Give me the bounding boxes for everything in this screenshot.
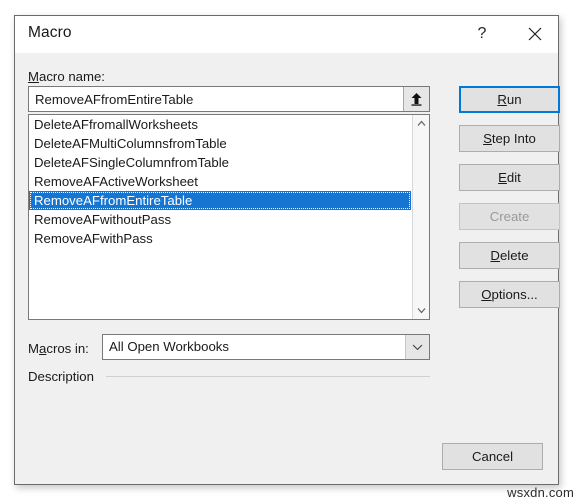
cancel-button-label: Cancel [471,449,514,464]
macro-list-scrollbar[interactable] [412,115,429,319]
cancel-button[interactable]: Cancel [442,443,543,470]
macro-list[interactable]: DeleteAFfromallWorksheets DeleteAFMultiC… [29,115,411,319]
macros-in-value: All Open Workbooks [109,339,229,354]
create-button-label: Create [489,209,530,224]
description-separator [106,376,430,377]
macro-list-box[interactable]: DeleteAFfromallWorksheets DeleteAFMultiC… [28,114,430,320]
options-button[interactable]: Options... [459,281,560,308]
delete-button[interactable]: Delete [459,242,560,269]
help-button[interactable]: ? [467,20,497,48]
list-item[interactable]: DeleteAFfromallWorksheets [29,115,411,134]
chevron-down-icon [417,308,425,314]
list-item[interactable]: RemoveAFActiveWorksheet [29,172,411,191]
list-item[interactable]: DeleteAFSingleColumnfromTable [29,153,411,172]
macro-name-label: Macro name: [28,69,105,84]
question-mark-icon: ? [477,25,487,42]
macros-in-dropdown-arrow[interactable] [405,335,429,359]
dialog-title: Macro [28,24,72,41]
chevron-up-icon [417,120,425,126]
run-button[interactable]: Run [459,86,560,113]
macros-in-label: Macros in: [28,341,89,356]
edit-button[interactable]: Edit [459,164,560,191]
step-into-button[interactable]: Step Into [459,125,560,152]
close-icon [528,27,542,41]
list-item-selected[interactable]: RemoveAFfromEntireTable [29,191,411,210]
list-item[interactable]: RemoveAFwithoutPass [29,210,411,229]
options-button-label: Options... [481,287,538,302]
edit-button-label: Edit [498,170,521,185]
macro-name-input[interactable] [29,87,403,111]
macro-dialog: Macro ? Macro name: DeleteAFfromallWorks… [14,15,560,485]
step-into-button-label: Step Into [483,131,536,146]
run-button-label: Run [497,92,522,107]
watermark: wsxdn.com [507,485,574,500]
macro-name-spin-button[interactable] [403,87,429,111]
description-label: Description [28,369,94,384]
macros-in-dropdown[interactable]: All Open Workbooks [102,334,430,360]
arrow-up-icon [411,93,422,106]
scroll-down-button[interactable] [413,302,429,319]
macro-name-field-group [28,86,430,112]
chevron-down-icon [412,344,423,351]
delete-button-label: Delete [490,248,529,263]
scroll-up-button[interactable] [413,115,429,132]
list-item[interactable]: DeleteAFMultiColumnsfromTable [29,134,411,153]
create-button: Create [459,203,560,230]
dialog-titlebar: Macro ? [15,16,558,53]
close-button[interactable] [520,20,550,48]
list-item[interactable]: RemoveAFwithPass [29,229,411,248]
